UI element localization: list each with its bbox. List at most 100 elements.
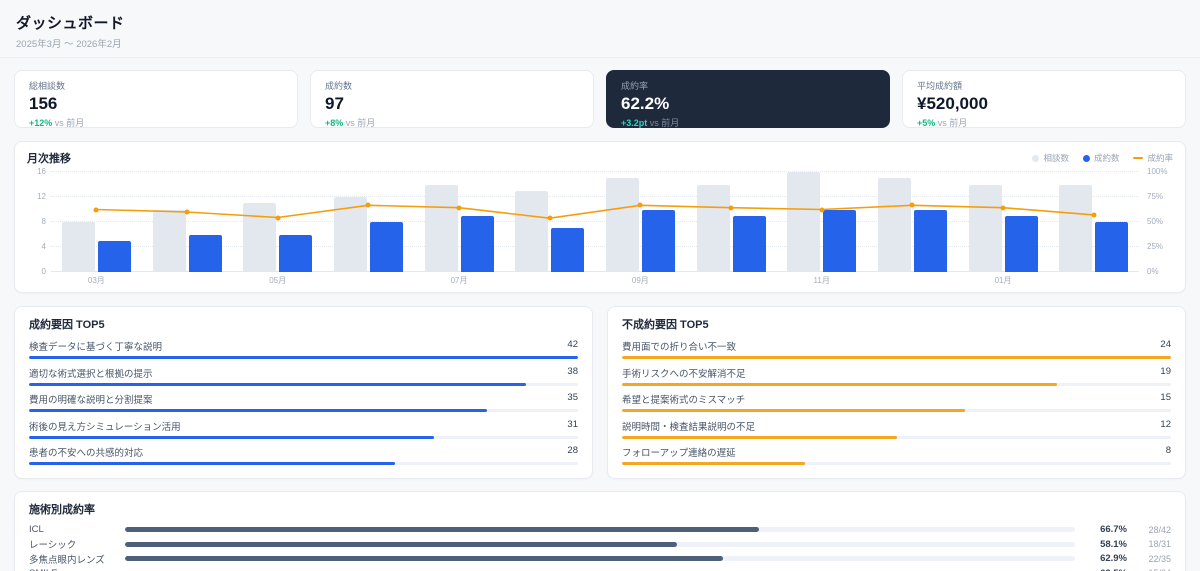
procedure-fraction: 18/31 bbox=[1148, 539, 1171, 550]
right-axis-tick: 25% bbox=[1147, 242, 1164, 251]
procedure-bar-track bbox=[125, 541, 1075, 547]
win-factors-title: 成約要因 TOP5 bbox=[29, 319, 105, 331]
factor-label: 費用の明確な説明と分割提案 bbox=[29, 395, 153, 406]
procedure-bar-track bbox=[125, 527, 1075, 533]
factor-item: 検査データに基づく丁寧な説明 42 bbox=[29, 339, 578, 359]
bar-group-01月 bbox=[958, 172, 1049, 272]
factor-row: 説明時間・検査結果説明の不足 12 bbox=[622, 419, 1171, 433]
factor-value: 8 bbox=[1165, 445, 1171, 456]
factor-label: 適切な術式選択と根拠の提示 bbox=[29, 368, 153, 380]
bar-group-09月 bbox=[595, 172, 686, 272]
procedure-row: レーシック 58.1% 18/31 bbox=[29, 537, 1171, 552]
kpi-delta: +5% bbox=[917, 117, 936, 128]
kpi-delta-row: +12% vs 前月 bbox=[29, 116, 283, 129]
factor-row: 術後の見え方シミュレーション活用 31 bbox=[29, 419, 578, 433]
consultations-bar bbox=[696, 184, 730, 272]
procedure-label: ICL bbox=[29, 524, 44, 536]
kpi-value: 97 bbox=[325, 94, 344, 113]
procedure-label: レーシック bbox=[29, 540, 77, 552]
factor-row: 適切な術式選択と根拠の提示 38 bbox=[29, 366, 578, 380]
factor-bar-track bbox=[29, 382, 578, 386]
procedure-row: ICL 66.7% 28/42 bbox=[29, 523, 1171, 538]
factor-value: 24 bbox=[1160, 339, 1171, 350]
factor-value: 31 bbox=[567, 418, 578, 430]
date-range: 2025年3月 〜 2026年2月 bbox=[16, 39, 122, 50]
left-axis-tick: 12 bbox=[37, 192, 46, 201]
contracts-bar bbox=[188, 234, 222, 272]
procedure-bar-fill bbox=[125, 527, 759, 533]
factor-label: 手術リスクへの不安解消不足 bbox=[622, 368, 746, 380]
factor-bar-fill bbox=[622, 382, 1057, 386]
factor-bar-track bbox=[622, 382, 1171, 386]
factor-bar-track bbox=[29, 435, 578, 439]
kpi-card-2: 成約数 97 +8% vs 前月 bbox=[310, 70, 594, 128]
right-axis-tick: 100% bbox=[1147, 167, 1168, 176]
bar-group-08月 bbox=[504, 172, 595, 272]
kpi-delta: +12% bbox=[29, 117, 53, 128]
contracts-bar bbox=[1004, 215, 1038, 272]
win-factors-panel: 成約要因 TOP5 検査データに基づく丁寧な説明 42 適切な術式選択と根拠の提示 3… bbox=[14, 306, 593, 479]
kpi-vs-label: vs 前月 bbox=[935, 117, 968, 128]
factor-value: 38 bbox=[567, 365, 578, 377]
kpi-vs-label: vs 前月 bbox=[647, 117, 680, 128]
factor-label: 希望と提案術式のミスマッチ bbox=[622, 395, 746, 406]
x-tick-label: 03月 bbox=[87, 276, 105, 285]
x-tick-label bbox=[142, 275, 233, 286]
left-axis-tick: 16 bbox=[37, 167, 46, 176]
kpi-delta: +8% bbox=[325, 117, 344, 128]
consultations-bar bbox=[152, 209, 186, 272]
procedure-fraction: 28/42 bbox=[1148, 524, 1171, 535]
factor-panels-row: 成約要因 TOP5 検査データに基づく丁寧な説明 42 適切な術式選択と根拠の提示 3… bbox=[14, 306, 1186, 479]
kpi-value: ¥520,000 bbox=[917, 94, 988, 113]
right-axis-tick: 75% bbox=[1147, 192, 1164, 201]
factor-value: 12 bbox=[1160, 418, 1171, 430]
factor-bar-track bbox=[29, 409, 578, 412]
x-tick-label bbox=[1048, 275, 1139, 286]
consultations-bar bbox=[605, 178, 639, 272]
factor-row: 検査データに基づく丁寧な説明 42 bbox=[29, 339, 578, 353]
legend-item-相談数[interactable]: 相談数 bbox=[1032, 152, 1069, 164]
procedure-rate-title: 施術別成約率 bbox=[29, 503, 95, 516]
kpi-vs-label: vs 前月 bbox=[343, 117, 376, 128]
legend-label: 相談数 bbox=[1043, 153, 1069, 163]
factor-label: 説明時間・検査結果説明の不足 bbox=[622, 421, 756, 433]
bar-group-06月 bbox=[323, 172, 414, 272]
factor-value: 28 bbox=[567, 445, 578, 456]
factor-item: 費用面での折り合い不一致 24 bbox=[622, 339, 1171, 359]
procedure-percent: 58.1% bbox=[1100, 538, 1127, 550]
consultations-bar bbox=[515, 190, 549, 272]
contracts-bar bbox=[913, 209, 947, 272]
factor-bar-fill bbox=[29, 356, 578, 359]
rate-point bbox=[184, 209, 190, 215]
factor-row: 手術リスクへの不安解消不足 19 bbox=[622, 366, 1171, 380]
rate-point bbox=[1091, 212, 1097, 218]
rate-point bbox=[275, 215, 281, 220]
win-factors-list: 検査データに基づく丁寧な説明 42 適切な術式選択と根拠の提示 38 費用の明確な説明と… bbox=[29, 339, 578, 465]
x-tick-label: 11月 bbox=[813, 276, 830, 285]
bar-group-10月 bbox=[686, 172, 777, 272]
kpi-delta: +3.2pt bbox=[621, 117, 648, 128]
factor-bar-fill bbox=[622, 409, 966, 412]
contracts-bar bbox=[823, 209, 857, 272]
contracts-bar bbox=[279, 234, 313, 272]
legend-item-成約率[interactable]: 成約率 bbox=[1133, 152, 1173, 164]
kpi-value: 62.2% bbox=[621, 94, 670, 113]
rate-point bbox=[365, 202, 371, 208]
factor-bar-fill bbox=[622, 462, 805, 465]
legend-item-成約数[interactable]: 成約数 bbox=[1082, 152, 1119, 164]
procedure-bar-fill bbox=[125, 556, 723, 562]
consultations-bar bbox=[968, 184, 1002, 272]
factor-item: 手術リスクへの不安解消不足 19 bbox=[622, 366, 1171, 386]
kpi-card-3: 成約率 62.2% +3.2pt vs 前月 bbox=[606, 70, 890, 128]
factor-label: フォローアップ連絡の遅延 bbox=[622, 448, 736, 459]
chart-area: 0 4 8 12 16 0% 25% 50% 75% 100% bbox=[27, 168, 1173, 276]
contracts-bar bbox=[97, 240, 131, 272]
loss-factors-title: 不成約要因 TOP5 bbox=[622, 319, 709, 331]
page-title: ダッシュボード bbox=[16, 15, 125, 32]
factor-row: フォローアップ連絡の遅延 8 bbox=[622, 445, 1171, 459]
factor-bar-track bbox=[622, 409, 1171, 412]
factor-bar-track bbox=[622, 356, 1171, 359]
page-header: ダッシュボード 2025年3月 〜 2026年2月 bbox=[0, 0, 1200, 58]
bar-group-07月 bbox=[414, 172, 505, 272]
chart-legend: 相談数 成約数 成約率 bbox=[1032, 152, 1173, 164]
